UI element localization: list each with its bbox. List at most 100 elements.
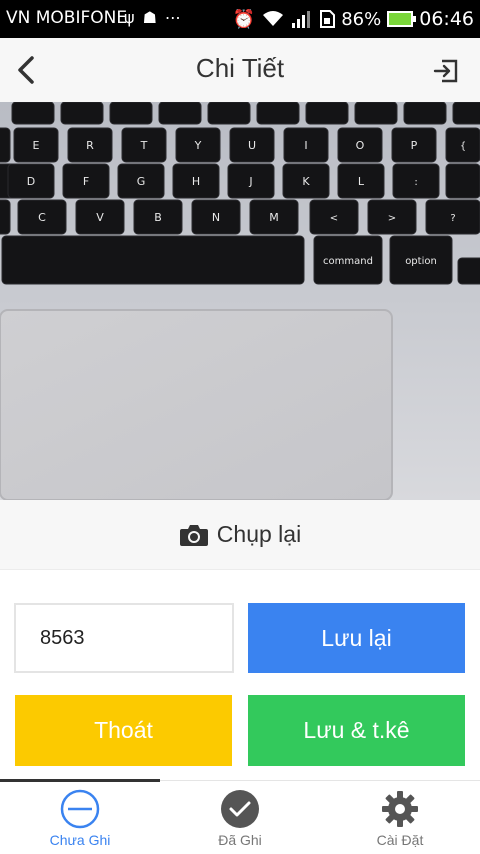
- key-c: C: [17, 199, 67, 235]
- key: [256, 102, 300, 125]
- key-label: <: [330, 213, 338, 224]
- more-icon: ⋯: [164, 8, 189, 27]
- camera-icon: [179, 524, 208, 546]
- keyboard-photo: E R T Y U I O P { D F G H J K L: C V B N M < > ? command option: [0, 102, 480, 500]
- key-g: G: [117, 163, 165, 199]
- battery-percent: 86%: [341, 8, 382, 30]
- notification-icons: ψ☗⋯: [124, 8, 189, 27]
- key-label: R: [86, 139, 94, 152]
- key-h: H: [172, 163, 220, 199]
- key: [158, 102, 202, 125]
- tab-label: Chưa Ghi: [49, 832, 111, 848]
- key-label: ?: [450, 213, 455, 224]
- key-u: U: [229, 127, 275, 163]
- key-brace: {: [445, 127, 480, 163]
- key: [452, 102, 480, 125]
- exit-icon: [433, 59, 458, 83]
- key-label: H: [192, 175, 200, 188]
- key-y: Y: [175, 127, 221, 163]
- app-header: Chi Tiết: [0, 38, 480, 102]
- key-label: G: [137, 175, 146, 188]
- key-t: T: [121, 127, 167, 163]
- key-label: N: [212, 211, 220, 224]
- key-label: L: [358, 175, 365, 188]
- tab-cai-dat[interactable]: Cài Đặt: [320, 781, 480, 854]
- key-d: D: [7, 163, 55, 199]
- key-arrow: [457, 257, 480, 285]
- meter-value-input[interactable]: [14, 603, 234, 673]
- key-label: B: [154, 211, 162, 224]
- key-label: O: [356, 139, 365, 152]
- tab-chua-ghi[interactable]: Chưa Ghi: [0, 781, 160, 854]
- key-l: L: [337, 163, 385, 199]
- usb-icon: ψ: [124, 8, 143, 27]
- key-n: N: [191, 199, 241, 235]
- exit-button[interactable]: [430, 55, 462, 87]
- retake-photo-button[interactable]: Chụp lại: [0, 500, 480, 570]
- key-label: option: [405, 256, 437, 267]
- key: [445, 163, 480, 199]
- key: [354, 102, 398, 125]
- key-m: M: [249, 199, 299, 235]
- key-label: {: [460, 141, 466, 152]
- key-label: command: [323, 256, 373, 267]
- key-b: B: [133, 199, 183, 235]
- key: [0, 199, 11, 235]
- key-greater: >: [367, 199, 417, 235]
- key-e: E: [13, 127, 59, 163]
- key-p: P: [391, 127, 437, 163]
- key: [305, 102, 349, 125]
- signal-icon: [292, 11, 311, 28]
- battery-icon: [387, 11, 417, 27]
- key-label: J: [248, 175, 252, 188]
- trackpad: [0, 309, 393, 500]
- key-colon: :: [392, 163, 440, 199]
- key-label: D: [27, 175, 35, 188]
- tab-da-ghi[interactable]: Đã Ghi: [160, 781, 320, 854]
- key-v: V: [75, 199, 125, 235]
- key-command: command: [313, 235, 383, 285]
- bottom-navigation: Chưa Ghi Đã Ghi Cài Đặt: [0, 779, 480, 854]
- key-label: Y: [194, 139, 202, 152]
- key-label: I: [304, 139, 307, 152]
- key: [11, 102, 55, 125]
- key-o: O: [337, 127, 383, 163]
- check-circle-icon: [220, 789, 260, 829]
- carrier-name: VN MOBIFONE: [6, 8, 128, 28]
- status-bar: VN MOBIFONE ψ☗⋯ ⏰ 86% 06:46: [0, 0, 480, 38]
- key-f: F: [62, 163, 110, 199]
- key: [207, 102, 251, 125]
- minus-circle-icon: [60, 789, 100, 829]
- retake-label: Chụp lại: [216, 521, 302, 547]
- save-button[interactable]: Lưu lại: [248, 603, 465, 673]
- exit-form-button[interactable]: Thoát: [15, 695, 232, 766]
- key-label: T: [140, 139, 148, 152]
- save-and-next-button[interactable]: Lưu & t.kê: [248, 695, 465, 766]
- key-label: E: [33, 139, 40, 152]
- wifi-icon: [263, 11, 284, 26]
- key-question: ?: [425, 199, 480, 235]
- key-i: I: [283, 127, 329, 163]
- page-title: Chi Tiết: [195, 53, 285, 83]
- key-label: V: [96, 211, 104, 224]
- key-label: C: [38, 211, 46, 224]
- key-label: P: [411, 139, 418, 152]
- key-option: option: [389, 235, 453, 285]
- key-k: K: [282, 163, 330, 199]
- tab-label: Cài Đặt: [376, 832, 424, 848]
- key: [0, 127, 11, 163]
- key-label: M: [269, 211, 279, 224]
- android-icon: ☗: [142, 8, 165, 27]
- key-less: <: [309, 199, 359, 235]
- key: [60, 102, 104, 125]
- key-j: J: [227, 163, 275, 199]
- key-space: [1, 235, 305, 285]
- status-right: ⏰ 86% 06:46: [233, 6, 474, 32]
- tab-label: Đã Ghi: [218, 832, 262, 848]
- clock: 06:46: [419, 8, 474, 30]
- key: [403, 102, 447, 125]
- key-label: K: [302, 175, 310, 188]
- key: [109, 102, 153, 125]
- sim-icon: [320, 10, 336, 28]
- gear-icon: [380, 789, 420, 829]
